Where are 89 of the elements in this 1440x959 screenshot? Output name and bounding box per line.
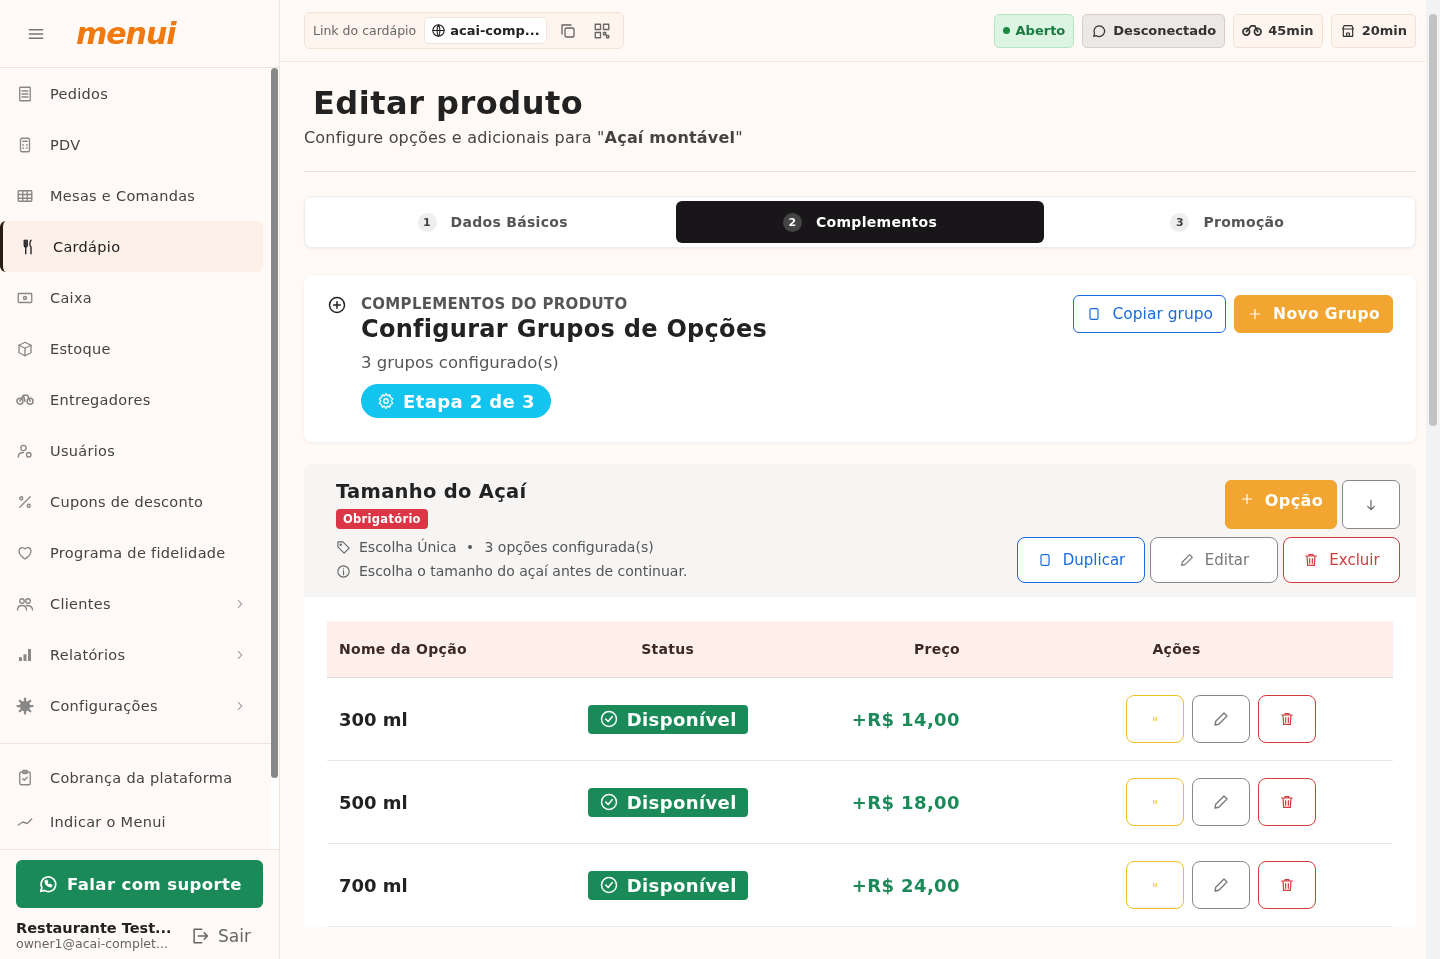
sidebar-item[interactable]: Clientes bbox=[0, 578, 263, 629]
status-dot bbox=[1002, 27, 1010, 34]
option-name: 300 ml bbox=[327, 677, 544, 761]
settings-icon bbox=[16, 696, 34, 715]
sidebar-item[interactable]: Cupons de desconto bbox=[0, 476, 263, 527]
logout-button[interactable]: Sair bbox=[178, 925, 263, 946]
info-icon bbox=[336, 563, 351, 579]
edit-button[interactable]: Editar bbox=[1150, 537, 1278, 583]
copy-group-button[interactable]: Copiar grupo bbox=[1073, 295, 1227, 333]
scrollbar[interactable] bbox=[1426, 0, 1440, 959]
gear-icon bbox=[377, 392, 395, 410]
page-title: Editar produto bbox=[313, 84, 585, 122]
sidebar-item[interactable]: Pedidos bbox=[0, 68, 263, 119]
motorcycle-icon bbox=[1242, 25, 1263, 36]
required-badge: Obrigatório bbox=[336, 509, 428, 529]
step-tab[interactable]: 3 Promoção bbox=[1043, 201, 1411, 243]
column-header: Nome da Opção bbox=[327, 621, 544, 678]
sidebar-item[interactable]: Caixa bbox=[0, 272, 263, 323]
section-title: Configurar Grupos de Opções bbox=[361, 315, 768, 343]
status-badge: Disponível bbox=[587, 704, 748, 734]
option-price: +R$ 24,00 bbox=[792, 843, 960, 927]
group-description: Escolha o tamanho do açaí antes de continuar. bbox=[359, 563, 688, 579]
column-header: Ações bbox=[960, 621, 1393, 678]
option-price: +R$ 14,00 bbox=[792, 677, 960, 761]
group-count: 3 grupos configurado(s) bbox=[361, 353, 559, 372]
trash-icon bbox=[1279, 794, 1296, 810]
step-number: 1 bbox=[417, 212, 437, 232]
sidebar-item[interactable]: PDV bbox=[0, 119, 263, 170]
check-circle-icon bbox=[598, 875, 619, 895]
option-name: 500 ml bbox=[327, 760, 544, 844]
options-count: 3 opções configurada(s) bbox=[484, 539, 654, 555]
delete-button[interactable] bbox=[1258, 695, 1317, 743]
option-price: +R$ 18,00 bbox=[792, 760, 960, 844]
bike-icon bbox=[16, 394, 34, 405]
expand-button[interactable] bbox=[1342, 480, 1400, 529]
step-tab[interactable]: 1 Dados Básicos bbox=[309, 201, 677, 243]
pencil-icon bbox=[1178, 552, 1195, 568]
status-badge[interactable]: 20min bbox=[1330, 13, 1416, 48]
sidebar-item[interactable]: Usuários bbox=[0, 425, 263, 476]
step-tab[interactable]: 2 Complementos bbox=[676, 201, 1044, 243]
sidebar-item[interactable]: Programa de fidelidade bbox=[0, 527, 263, 578]
group-type: Escolha Única bbox=[359, 539, 457, 555]
sidebar-item[interactable]: Entregadores bbox=[0, 374, 263, 425]
step-number: 2 bbox=[782, 212, 802, 232]
link-field[interactable]: acai-comp... bbox=[424, 17, 547, 44]
globe-icon bbox=[431, 23, 447, 38]
sidebar-item[interactable]: Cardápio bbox=[0, 221, 263, 272]
sidebar-item[interactable]: Estoque bbox=[0, 323, 263, 374]
delete-button[interactable] bbox=[1258, 861, 1317, 909]
plus-circle-icon bbox=[327, 295, 347, 315]
option-name: 700 ml bbox=[327, 843, 544, 927]
tag-icon bbox=[336, 539, 351, 555]
delete-button[interactable] bbox=[1258, 778, 1317, 826]
receipt-icon bbox=[16, 84, 34, 103]
step-number: 3 bbox=[1170, 212, 1190, 232]
edit-button[interactable] bbox=[1192, 778, 1251, 826]
check-circle-icon bbox=[598, 709, 619, 729]
check-circle-icon bbox=[598, 792, 619, 812]
group-title: Tamanho do Açaí bbox=[336, 480, 527, 503]
status-badge[interactable]: Desconectado bbox=[1082, 13, 1226, 48]
edit-button[interactable] bbox=[1192, 695, 1251, 743]
sidebar-item[interactable]: Mesas e Comandas bbox=[0, 170, 263, 221]
delete-button[interactable]: Excluir bbox=[1283, 537, 1400, 583]
section-eyebrow: COMPLEMENTOS DO PRODUTO bbox=[361, 295, 628, 313]
support-button[interactable]: Falar com suporte bbox=[16, 860, 263, 908]
status-badge[interactable]: Aberto bbox=[993, 13, 1075, 48]
box-icon bbox=[16, 339, 34, 358]
trash-icon bbox=[1303, 552, 1320, 568]
clipboard-icon bbox=[16, 769, 34, 787]
store-icon bbox=[1339, 22, 1356, 39]
sidebar-item[interactable]: Indicar o Menui bbox=[0, 800, 263, 844]
sidebar-item[interactable]: Configurações bbox=[0, 680, 263, 731]
edit-button[interactable] bbox=[1192, 861, 1251, 909]
column-header: Status bbox=[543, 621, 793, 678]
sidebar-item[interactable]: Cobrança da plataforma bbox=[0, 756, 263, 800]
scrollbar[interactable] bbox=[271, 68, 278, 778]
status-badge[interactable]: 45min bbox=[1233, 13, 1323, 48]
duplicate-button[interactable]: Duplicar bbox=[1017, 537, 1145, 583]
status-badge: Disponível bbox=[587, 787, 748, 817]
column-header: Preço bbox=[792, 621, 960, 678]
trash-icon bbox=[1279, 711, 1296, 727]
user-name: Restaurante Test... bbox=[16, 920, 173, 936]
page-subtitle: Configure opções e adicionais para "Açaí montável" bbox=[304, 128, 744, 147]
status-badge: Disponível bbox=[587, 870, 748, 900]
trash-icon bbox=[1279, 877, 1296, 893]
sidebar-item[interactable]: Relatórios bbox=[0, 629, 263, 680]
link-label: Link do cardápio bbox=[313, 23, 417, 38]
user-email: owner1@acai-complet... bbox=[16, 936, 169, 951]
qr-code-icon bbox=[592, 21, 611, 40]
